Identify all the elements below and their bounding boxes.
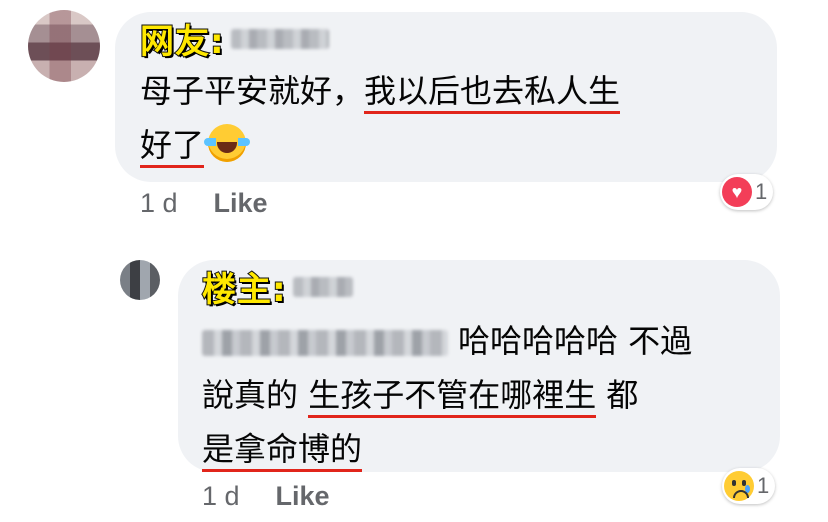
comment-author-row: 网友:	[139, 14, 329, 63]
comment-meta: 1 d Like	[140, 188, 268, 219]
like-button[interactable]: Like	[276, 481, 330, 512]
comment-line: 好了	[140, 118, 620, 172]
reaction-count: 1	[757, 473, 770, 498]
reaction-count: 1	[755, 179, 768, 204]
underlined-text: 我以后也去私人生	[364, 72, 621, 114]
commenter-avatar[interactable]	[28, 10, 100, 82]
blurred-author-name[interactable]	[230, 28, 329, 49]
author-tag: 网友:	[139, 21, 225, 63]
comment-line: 哈哈哈哈哈 不過	[202, 314, 692, 368]
underlined-text: 好了	[140, 126, 205, 168]
comment-line: 是拿命博的	[202, 422, 692, 476]
comment-time: 1 d	[202, 481, 240, 511]
blurred-mention[interactable]	[202, 330, 448, 356]
comment-plain-text: 哈哈哈哈哈 不過	[458, 322, 693, 360]
underlined-text: 是拿命博的	[202, 430, 363, 472]
like-button[interactable]: Like	[214, 188, 268, 219]
reply-avatar[interactable]	[120, 260, 160, 300]
reaction-summary[interactable]: 1	[722, 468, 776, 504]
comment-time: 1 d	[140, 188, 178, 218]
laughing-emoji-icon	[204, 124, 251, 162]
sad-icon	[724, 471, 754, 501]
comment-plain-text: 說真的	[202, 376, 309, 414]
reply-author-row: 楼主:	[201, 262, 353, 311]
heart-icon: ♥	[722, 177, 752, 207]
blurred-author-name[interactable]	[292, 276, 353, 297]
reaction-summary[interactable]: ♥ 1	[720, 174, 774, 210]
underlined-text: 生孩子不管在哪裡生	[308, 376, 597, 418]
comment-line: 母子平安就好，我以后也去私人生	[140, 64, 621, 118]
author-tag: 楼主:	[201, 269, 287, 311]
comment-text: 母子平安就好，我以后也去私人生 好了	[140, 64, 621, 172]
comment-line: 說真的 生孩子不管在哪裡生 都	[202, 368, 692, 422]
comment-plain-text: 都	[596, 376, 639, 414]
comment-plain-text: 母子平安就好，	[140, 72, 365, 110]
reply-text: 哈哈哈哈哈 不過 說真的 生孩子不管在哪裡生 都 是拿命博的	[202, 314, 692, 476]
reply-meta: 1 d Like	[202, 481, 330, 512]
